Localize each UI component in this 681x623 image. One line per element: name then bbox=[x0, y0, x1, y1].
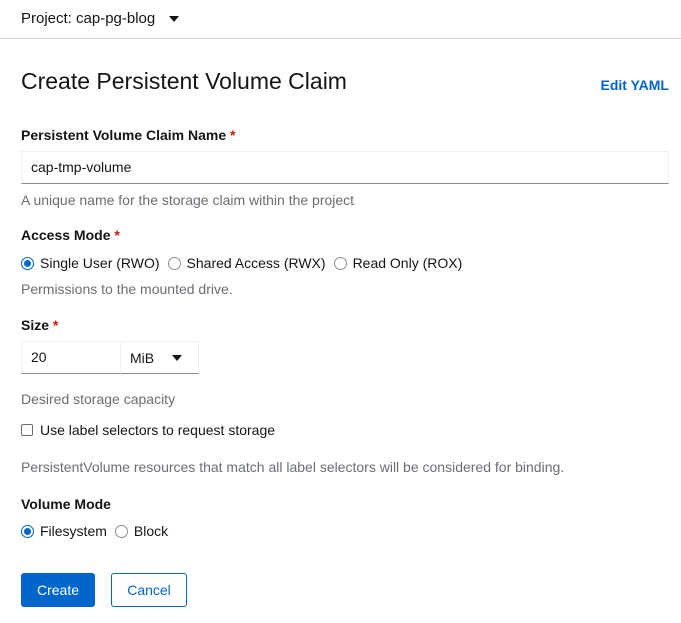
pvc-name-label: Persistent Volume Claim Name * bbox=[21, 127, 236, 143]
pvc-name-help: A unique name for the storage claim with… bbox=[21, 192, 355, 208]
radio-filesystem[interactable]: Filesystem bbox=[21, 523, 107, 539]
label-text: Size bbox=[21, 317, 50, 333]
access-mode-group: Single User (RWO) Shared Access (RWX) Re… bbox=[21, 255, 470, 271]
radio-icon[interactable] bbox=[333, 256, 347, 270]
radio-label: Read Only (ROX) bbox=[352, 255, 463, 271]
required-marker: * bbox=[230, 127, 236, 143]
page-title: Create Persistent Volume Claim bbox=[21, 68, 347, 94]
radio-selected-icon[interactable] bbox=[21, 524, 34, 538]
volume-mode-group: Filesystem Block bbox=[21, 523, 176, 539]
size-label: Size * bbox=[21, 317, 58, 333]
radio-icon[interactable] bbox=[114, 524, 128, 538]
checkbox-label: Use label selectors to request storage bbox=[40, 422, 276, 438]
label-text: Persistent Volume Claim Name bbox=[21, 127, 227, 143]
size-input[interactable]: 20 bbox=[21, 341, 121, 374]
create-button[interactable]: Create bbox=[21, 573, 95, 607]
radio-icon[interactable] bbox=[167, 256, 181, 270]
size-unit-select[interactable]: MiB bbox=[120, 341, 199, 374]
access-mode-label: Access Mode * bbox=[21, 227, 120, 243]
caret-down-icon bbox=[172, 354, 182, 361]
checkbox-icon[interactable] bbox=[21, 424, 33, 436]
label-selector-help: PersistentVolume resources that match al… bbox=[21, 459, 565, 475]
pvc-name-input[interactable]: cap-tmp-volume bbox=[21, 151, 669, 184]
radio-block[interactable]: Block bbox=[114, 523, 169, 539]
volume-mode-label: Volume Mode bbox=[21, 496, 111, 512]
cancel-button[interactable]: Cancel bbox=[111, 573, 187, 607]
radio-label: Block bbox=[133, 523, 169, 539]
size-help: Desired storage capacity bbox=[21, 391, 176, 407]
label-selector-checkbox[interactable]: Use label selectors to request storage bbox=[21, 422, 275, 438]
radio-label: Filesystem bbox=[40, 523, 107, 539]
radio-label: Shared Access (RWX) bbox=[186, 255, 326, 271]
project-selector[interactable]: Project: cap-pg-blog bbox=[21, 10, 180, 27]
radio-selected-icon[interactable] bbox=[21, 256, 34, 270]
radio-rwx[interactable]: Shared Access (RWX) bbox=[167, 255, 326, 271]
label-text: Access Mode bbox=[21, 227, 111, 243]
unit-value: MiB bbox=[130, 349, 155, 366]
required-marker: * bbox=[52, 317, 59, 333]
radio-label: Single User (RWO) bbox=[40, 255, 160, 271]
edit-yaml-link[interactable]: Edit YAML bbox=[601, 77, 669, 93]
top-bar: Project: cap-pg-blog bbox=[0, 0, 681, 39]
radio-rox[interactable]: Read Only (ROX) bbox=[333, 255, 463, 271]
project-label: Project: cap-pg-blog bbox=[21, 10, 156, 27]
access-mode-help: Permissions to the mounted drive. bbox=[21, 281, 233, 297]
radio-rwo[interactable]: Single User (RWO) bbox=[21, 255, 160, 271]
caret-down-icon bbox=[169, 15, 180, 22]
required-marker: * bbox=[114, 227, 120, 243]
